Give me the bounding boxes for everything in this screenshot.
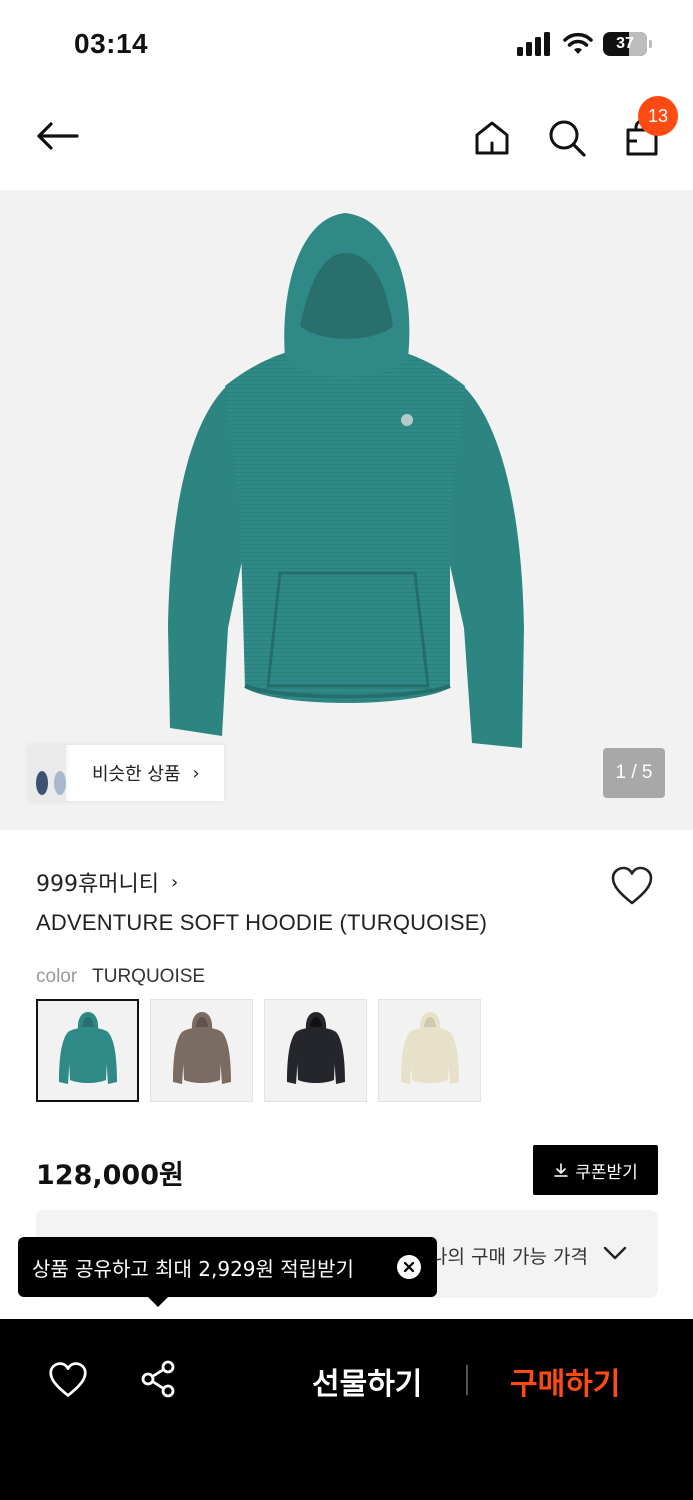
product-image bbox=[168, 213, 524, 748]
share-reward-text: 상품 공유하고 최대 2,929원 적립받기 bbox=[32, 1256, 354, 1281]
cellular-signal-icon bbox=[517, 32, 550, 56]
status-bar: 03:14 37 bbox=[0, 0, 693, 92]
similar-products-label-card: 비슷한 상품 › bbox=[66, 745, 224, 801]
swatch-black-image bbox=[286, 1011, 345, 1084]
my-price-label: 나의 구매 가능 가격 bbox=[430, 1246, 588, 1268]
search-icon bbox=[549, 120, 586, 157]
share-reward-tooltip: 상품 공유하고 최대 2,929원 적립받기 bbox=[18, 1237, 437, 1307]
home-icon bbox=[475, 121, 509, 155]
buy-button[interactable]: 구매하기 bbox=[510, 1359, 620, 1403]
color-label: color bbox=[36, 966, 78, 987]
color-value: TURQUOISE bbox=[92, 966, 206, 987]
brand-link[interactable]: 999휴머니티 › bbox=[36, 866, 178, 898]
coupon-download-button[interactable]: 쿠폰받기 bbox=[533, 1145, 658, 1195]
color-row: color TURQUOISE bbox=[36, 966, 205, 988]
swatch-turquoise-image bbox=[58, 1011, 117, 1084]
product-image-gallery[interactable]: 비슷한 상품 › 1 / 5 bbox=[0, 190, 693, 830]
share-button[interactable] bbox=[140, 1360, 178, 1398]
wifi-icon bbox=[563, 32, 593, 54]
swatch-cream[interactable] bbox=[378, 999, 481, 1102]
status-time: 03:14 bbox=[74, 28, 149, 59]
brand-name: 999휴머니티 bbox=[36, 872, 159, 897]
wishlist-button[interactable] bbox=[610, 866, 656, 908]
home-button[interactable] bbox=[470, 116, 514, 160]
product-price: 128,000원 bbox=[36, 1160, 184, 1191]
swatch-cream-image bbox=[400, 1011, 459, 1084]
battery-level: 37 bbox=[616, 35, 634, 52]
heart-icon bbox=[49, 1362, 87, 1397]
swatch-brown-image bbox=[172, 1011, 231, 1084]
search-button[interactable] bbox=[545, 116, 589, 160]
back-button[interactable] bbox=[34, 116, 80, 156]
bottom-wishlist-button[interactable] bbox=[48, 1361, 88, 1399]
swatch-black[interactable] bbox=[264, 999, 367, 1102]
download-icon bbox=[554, 1163, 569, 1177]
chevron-right-icon: › bbox=[170, 871, 179, 893]
gift-button[interactable]: 선물하기 bbox=[312, 1359, 422, 1403]
heart-icon bbox=[611, 866, 653, 905]
arrow-left-icon bbox=[37, 122, 79, 150]
chevron-down-icon bbox=[603, 1246, 627, 1260]
similar-products-label: 비슷한 상품 bbox=[92, 764, 181, 785]
tooltip-close-button[interactable] bbox=[397, 1255, 421, 1279]
bottom-action-bar: 선물하기 구매하기 bbox=[0, 1319, 693, 1500]
color-swatches bbox=[36, 999, 481, 1102]
similar-products-thumbnail bbox=[28, 745, 66, 801]
close-icon bbox=[403, 1261, 415, 1273]
action-divider bbox=[466, 1365, 468, 1395]
similar-products-button[interactable]: 비슷한 상품 › bbox=[28, 745, 224, 801]
product-title: ADVENTURE SOFT HOODIE (TURQUOISE) bbox=[36, 910, 488, 935]
battery-icon: 37 bbox=[603, 32, 652, 56]
image-page-indicator: 1 / 5 bbox=[603, 748, 665, 798]
chevron-right-icon: › bbox=[192, 762, 200, 784]
swatch-turquoise[interactable] bbox=[36, 999, 139, 1102]
status-icons: 37 bbox=[517, 32, 652, 56]
swatch-brown[interactable] bbox=[150, 999, 253, 1102]
cart-count-badge: 13 bbox=[638, 96, 678, 136]
top-nav bbox=[0, 92, 693, 190]
coupon-label: 쿠폰받기 bbox=[575, 1162, 638, 1183]
share-icon bbox=[141, 1360, 175, 1398]
